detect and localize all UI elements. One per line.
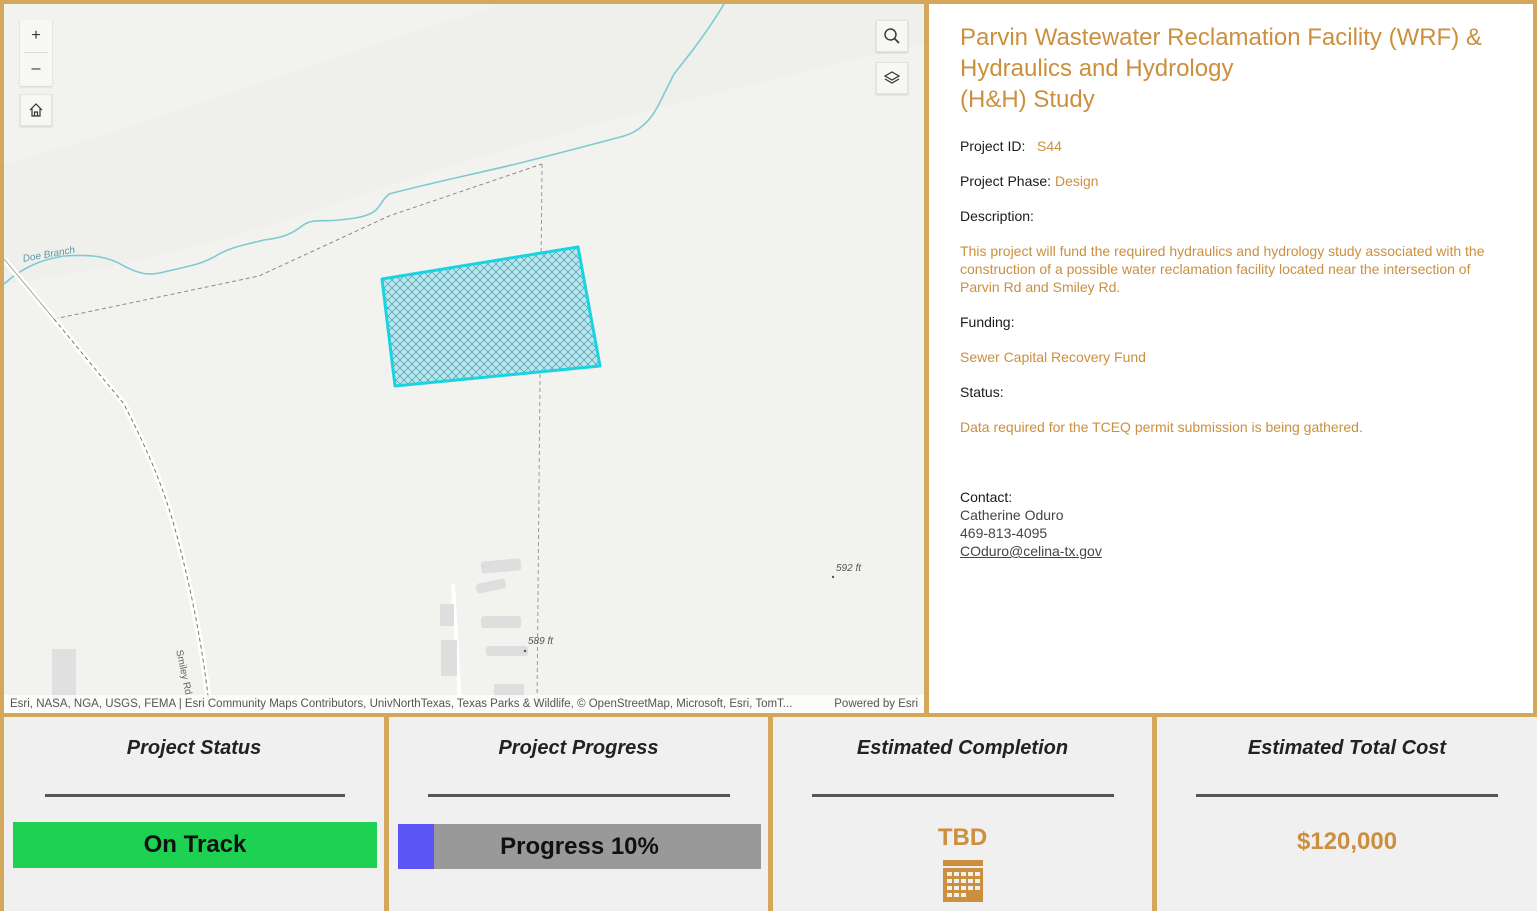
description-text: This project will fund the required hydr… bbox=[960, 243, 1485, 295]
dashboard: Doe Branch Smiley Rd 592 ft 589 ft + – E… bbox=[0, 0, 1537, 911]
status-text: Data required for the TCEQ permit submis… bbox=[960, 419, 1363, 435]
search-button[interactable] bbox=[876, 20, 908, 52]
map-canvas[interactable] bbox=[4, 4, 924, 713]
card-title: Estimated Total Cost bbox=[1247, 737, 1447, 759]
search-icon bbox=[884, 28, 900, 44]
contact-email-link[interactable]: COduro@celina-tx.gov bbox=[960, 543, 1102, 559]
funding-label: Funding: bbox=[960, 314, 1015, 330]
estimated-completion-card: Estimated Completion TBD bbox=[773, 717, 1152, 911]
project-polygon bbox=[380, 245, 602, 388]
funding-text: Sewer Capital Recovery Fund bbox=[960, 349, 1146, 365]
estimated-cost-card: Estimated Total Cost $120,000 bbox=[1157, 717, 1537, 911]
project-status-card: Project Status On Track bbox=[4, 717, 384, 911]
map-view[interactable]: Doe Branch Smiley Rd 592 ft 589 ft + – E… bbox=[4, 4, 924, 713]
project-id-value: S44 bbox=[1037, 138, 1062, 154]
cost-value: $120,000 bbox=[1296, 828, 1398, 855]
card-divider bbox=[1196, 794, 1498, 797]
map-attribution: Esri, NASA, NGA, USGS, FEMA | Esri Commu… bbox=[4, 695, 924, 713]
elevation-label-589: 589 ft bbox=[528, 636, 554, 647]
project-title-line: Hydraulics and Hydrology bbox=[960, 55, 1234, 82]
project-phase-value: Design bbox=[1054, 173, 1099, 189]
project-title: Parvin Wastewater Reclamation Facility (… bbox=[960, 22, 1503, 115]
layers-icon bbox=[883, 71, 901, 84]
project-phase-label: Project Phase: bbox=[960, 173, 1052, 189]
progress-bar: Progress 10% bbox=[398, 824, 761, 869]
card-divider bbox=[812, 794, 1114, 797]
zoom-controls: + – bbox=[20, 20, 52, 86]
home-icon bbox=[29, 103, 43, 117]
contact-block: Contact: Catherine Oduro 469-813-4095 CO… bbox=[960, 488, 1503, 560]
layer-list-button[interactable] bbox=[876, 62, 908, 94]
contact-label: Contact: bbox=[960, 489, 1013, 505]
description-label: Description: bbox=[960, 208, 1034, 224]
elevation-label-592: 592 ft bbox=[836, 563, 862, 574]
project-id-label: Project ID: bbox=[960, 138, 1026, 154]
card-title: Project Progress bbox=[498, 737, 659, 759]
project-title-line: Parvin Wastewater Reclamation Facility (… bbox=[960, 24, 1482, 51]
completion-value: TBD bbox=[937, 824, 988, 851]
card-divider bbox=[45, 794, 345, 797]
status-indicator: On Track bbox=[13, 822, 377, 868]
contact-phone: 469-813-4095 bbox=[960, 525, 1048, 541]
zoom-out-button[interactable]: – bbox=[20, 53, 52, 85]
zoom-in-button[interactable]: + bbox=[20, 20, 52, 52]
powered-by-esri-link[interactable]: Powered by Esri bbox=[834, 695, 918, 713]
project-id-row: Project ID: S44 bbox=[960, 137, 1503, 155]
attribution-text: Esri, NASA, NGA, USGS, FEMA | Esri Commu… bbox=[10, 698, 793, 710]
project-phase-row: Project Phase: Design bbox=[960, 172, 1503, 190]
contact-name: Catherine Oduro bbox=[960, 507, 1064, 523]
card-divider bbox=[428, 794, 730, 797]
project-details-panel: Parvin Wastewater Reclamation Facility (… bbox=[929, 4, 1533, 713]
status-label: Status: bbox=[960, 384, 1004, 400]
home-button[interactable] bbox=[20, 94, 52, 126]
project-title-line: (H&H) Study bbox=[960, 86, 1095, 113]
progress-label: Progress 10% bbox=[500, 832, 659, 860]
project-progress-card: Project Progress Progress 10% bbox=[389, 717, 768, 911]
calendar-icon bbox=[943, 860, 983, 902]
card-title: Project Status bbox=[126, 737, 262, 759]
card-title: Estimated Completion bbox=[856, 737, 1069, 759]
